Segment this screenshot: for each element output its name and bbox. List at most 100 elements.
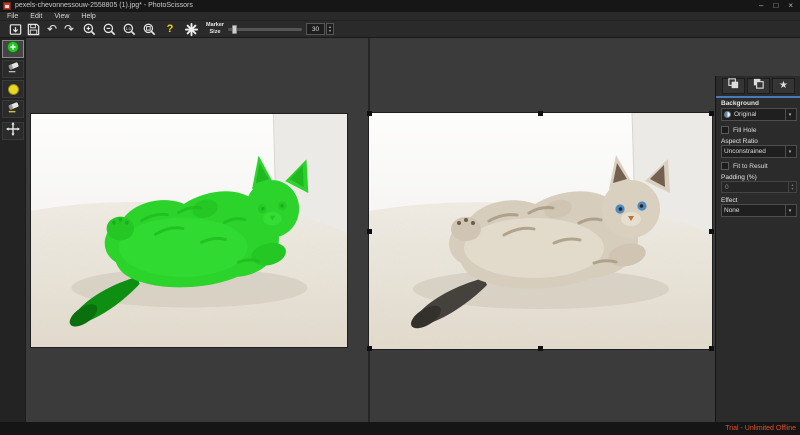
tool-column <box>0 38 26 422</box>
eraser-yellow-icon <box>6 99 21 119</box>
save-button[interactable] <box>24 21 42 37</box>
foreground-tab[interactable] <box>747 78 770 94</box>
marker-size-label: Marker Size <box>206 22 224 35</box>
app-icon <box>3 2 11 10</box>
main-area: ★ Background Original ▾ Fill Hole Aspect… <box>0 38 800 422</box>
refine-icon <box>184 22 199 37</box>
source-image-pane[interactable] <box>31 114 347 347</box>
background-dropdown[interactable]: Original ▾ <box>721 108 797 121</box>
redo-icon: ↷ <box>64 22 74 36</box>
tab-underline <box>716 96 800 98</box>
minimize-button[interactable]: – <box>759 0 763 12</box>
undo-icon: ↶ <box>47 22 57 36</box>
effect-dropdown[interactable]: None ▾ <box>721 204 797 217</box>
fit-to-result-label: Fit to Result <box>733 163 768 170</box>
open-icon <box>8 22 23 37</box>
crop-handle-bottom-left[interactable] <box>367 346 372 351</box>
status-bar: Trial - Unlimited Offline <box>0 422 800 435</box>
fit-to-result-checkbox[interactable] <box>721 162 729 170</box>
background-tab[interactable] <box>722 78 745 94</box>
help-icon: ? <box>167 23 174 35</box>
padding-label: Padding (%) <box>721 174 757 181</box>
menu-help[interactable]: Help <box>81 13 95 20</box>
background-label: Background <box>721 100 759 107</box>
close-button[interactable]: × <box>788 0 793 12</box>
aspect-ratio-value: Unconstrained <box>724 148 785 155</box>
green-marker-icon <box>6 40 20 59</box>
green-marker-tool[interactable] <box>2 40 24 58</box>
maximize-button[interactable]: □ <box>773 0 778 12</box>
eraser-tool[interactable] <box>2 60 24 78</box>
chevron-down-icon: ▾ <box>785 205 794 216</box>
zoom-actual-button[interactable]: 1:1 <box>120 21 138 37</box>
padding-input[interactable]: 0 ▴ ▾ <box>721 181 797 193</box>
crop-handle-top-right[interactable] <box>709 111 714 116</box>
fill-hole-row: Fill Hole <box>721 126 756 134</box>
zoom-in-button[interactable] <box>80 21 98 37</box>
menu-edit[interactable]: Edit <box>30 13 42 20</box>
spin-down-icon[interactable]: ▾ <box>329 29 331 33</box>
photoscissors-window: pexels-chevonnessouw-2558805 (1).jpg* - … <box>0 0 800 435</box>
aspect-ratio-label: Aspect Ratio <box>721 138 758 145</box>
pan-tool[interactable] <box>2 122 24 140</box>
eraser-yellow-tool[interactable] <box>2 100 24 118</box>
zoom-actual-icon: 1:1 <box>122 22 137 37</box>
crop-handle-bottom-right[interactable] <box>709 346 714 351</box>
canvas <box>27 38 715 422</box>
menu-bar: File Edit View Help <box>0 12 800 21</box>
sidebar: ★ Background Original ▾ Fill Hole Aspect… <box>715 76 800 435</box>
zoom-out-icon <box>102 22 117 37</box>
svg-text:1:1: 1:1 <box>125 26 130 30</box>
crop-handle-bottom-center[interactable] <box>538 346 543 351</box>
menu-view[interactable]: View <box>54 13 69 20</box>
fill-hole-label: Fill Hole <box>733 127 756 134</box>
crop-handle-left-center[interactable] <box>367 229 372 234</box>
title-bar: pexels-chevonnessouw-2558805 (1).jpg* - … <box>0 0 800 12</box>
chevron-down-icon: ▾ <box>785 109 794 120</box>
crop-handle-top-left[interactable] <box>367 111 372 116</box>
zoom-out-button[interactable] <box>100 21 118 37</box>
crop-handle-top-center[interactable] <box>538 111 543 116</box>
fill-hole-checkbox[interactable] <box>721 126 729 134</box>
help-button[interactable]: ? <box>161 21 179 37</box>
toolbar: ↶ ↷ 1:1 ? Marker Size 30 <box>0 21 800 38</box>
source-image-cat-green <box>31 114 347 347</box>
trial-status: Trial - Unlimited Offline <box>725 425 796 432</box>
effect-value: None <box>724 207 785 214</box>
effects-tab[interactable]: ★ <box>772 78 795 94</box>
window-title: pexels-chevonnessouw-2558805 (1).jpg* - … <box>15 0 193 12</box>
marker-size-input[interactable]: 30 <box>306 23 325 35</box>
redo-button[interactable]: ↷ <box>60 21 78 37</box>
zoom-fit-button[interactable] <box>140 21 158 37</box>
yellow-marker-tool[interactable] <box>2 80 24 98</box>
chevron-down-icon: ▾ <box>785 146 794 157</box>
effect-label: Effect <box>721 197 738 204</box>
result-image-pane[interactable] <box>369 113 712 349</box>
padding-spinner[interactable]: ▴ ▾ <box>788 182 796 192</box>
fit-to-result-row: Fit to Result <box>721 162 768 170</box>
menu-file[interactable]: File <box>7 13 18 20</box>
background-tab-icon <box>727 77 740 95</box>
save-icon <box>26 22 41 37</box>
refine-button[interactable] <box>182 21 200 37</box>
marker-size-slider[interactable] <box>228 28 302 31</box>
marker-size-spinner[interactable]: ▴ ▾ <box>326 23 334 35</box>
spin-down-icon[interactable]: ▾ <box>791 187 793 191</box>
eraser-icon <box>6 59 21 79</box>
marker-size-slider-handle[interactable] <box>232 25 237 34</box>
aspect-ratio-dropdown[interactable]: Unconstrained ▾ <box>721 145 797 158</box>
yellow-marker-icon <box>8 84 19 95</box>
padding-value: 0 <box>725 184 729 191</box>
open-button[interactable] <box>6 21 24 37</box>
foreground-tab-icon <box>752 77 765 95</box>
star-icon: ★ <box>779 81 788 91</box>
crop-handle-right-center[interactable] <box>709 229 714 234</box>
background-thumb-icon <box>724 111 731 118</box>
zoom-fit-icon <box>142 22 157 37</box>
sidebar-tabs: ★ <box>722 78 795 94</box>
background-value: Original <box>734 111 785 118</box>
zoom-in-icon <box>82 22 97 37</box>
move-icon <box>6 122 20 141</box>
undo-button[interactable]: ↶ <box>43 21 61 37</box>
result-image-cat <box>369 113 712 349</box>
